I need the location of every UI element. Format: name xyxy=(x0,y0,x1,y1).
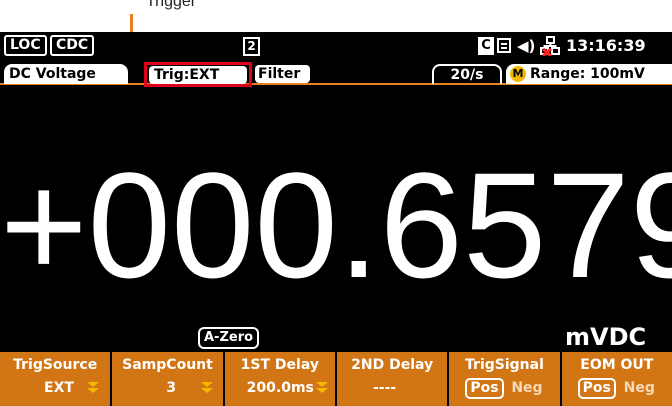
loc-indicator: LOC xyxy=(4,35,47,56)
softkey-sampcount[interactable]: SampCount 3 xyxy=(112,352,225,406)
range-tab[interactable]: M Range: 100mV xyxy=(506,64,672,84)
cdc-indicator: CDC xyxy=(50,35,95,56)
softkey-bar: TrigSource EXT SampCount 3 1ST Delay 200… xyxy=(0,352,672,406)
instrument-screen: LOC CDC 2 C ◀) 13:16:39 DC Voltage Trig:… xyxy=(0,32,672,406)
softkey-title: TrigSignal xyxy=(465,357,544,373)
manual-range-icon: M xyxy=(510,66,526,82)
page-indicator: 2 xyxy=(243,37,260,56)
trigger-highlight: Trig:EXT xyxy=(144,62,252,87)
unit-label: mVDC xyxy=(565,323,647,351)
trigger-status-tab[interactable]: Trig:EXT xyxy=(149,66,247,84)
callout-label: Trigger xyxy=(146,0,197,10)
chevron-down-icon xyxy=(87,382,99,393)
softkey-trigsource[interactable]: TrigSource EXT xyxy=(0,352,113,406)
chevron-down-icon xyxy=(315,382,328,393)
info-bar: DC Voltage Trig:EXT Filter 20/s M Range:… xyxy=(0,61,672,87)
option-pos-selected[interactable]: Pos xyxy=(465,378,504,399)
speaker-icon: ◀) xyxy=(517,37,536,55)
option-pos-selected[interactable]: Pos xyxy=(577,378,616,399)
chevron-down-icon xyxy=(201,382,214,393)
softkey-title: 2ND Delay xyxy=(351,357,434,373)
softkey-trigsignal[interactable]: TrigSignal Pos Neg xyxy=(449,352,562,406)
softkey-title: EOM OUT xyxy=(580,357,654,373)
softkey-eom-out[interactable]: EOM OUT Pos Neg xyxy=(561,352,672,406)
softkey-1st-delay[interactable]: 1ST Delay 200.0ms xyxy=(224,352,337,406)
softkey-value: 200.0ms xyxy=(246,380,314,396)
measurement-mode-tab[interactable]: DC Voltage xyxy=(4,64,128,84)
softkey-title: SampCount xyxy=(122,357,213,373)
status-bar: LOC CDC 2 C ◀) 13:16:39 xyxy=(0,32,672,60)
softkey-value: ---- xyxy=(372,380,397,396)
c-icon: C xyxy=(478,37,494,55)
sample-rate-tab[interactable]: 20/s xyxy=(432,64,502,84)
range-label: Range: 100mV xyxy=(530,66,645,82)
softkey-value: 3 xyxy=(166,380,177,396)
option-neg[interactable]: Neg xyxy=(624,380,655,397)
main-reading: +000.6579 xyxy=(0,141,672,309)
option-neg[interactable]: Neg xyxy=(511,380,542,397)
memory-icon xyxy=(497,38,511,53)
softkey-value: EXT xyxy=(44,380,74,396)
softkey-2nd-delay[interactable]: 2ND Delay ---- xyxy=(336,352,450,406)
softkey-title: TrigSource xyxy=(13,357,98,373)
filter-status-tab[interactable]: Filter xyxy=(255,65,310,83)
softkey-title: 1ST Delay xyxy=(240,357,319,373)
clock: 13:16:39 xyxy=(566,36,646,55)
azero-indicator: A-Zero xyxy=(198,327,260,349)
lan-disconnected-icon xyxy=(540,36,560,56)
